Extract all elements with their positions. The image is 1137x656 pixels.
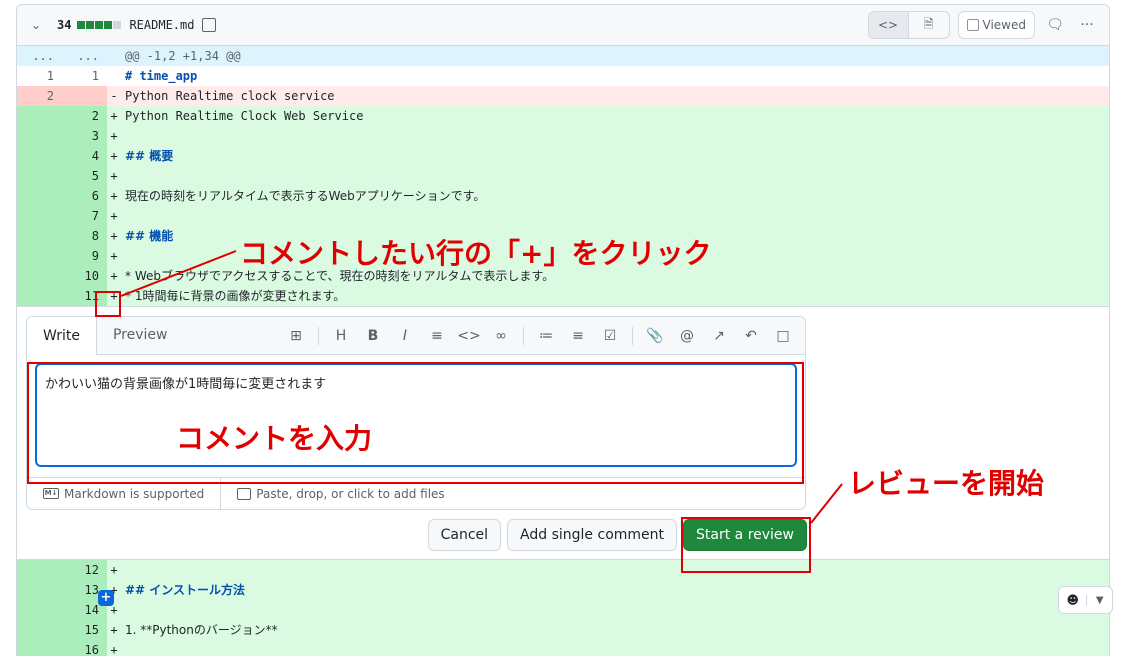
annotation-review-box bbox=[681, 517, 811, 573]
annotation-click-plus: コメントしたい行の「+」をクリック bbox=[240, 237, 712, 270]
annotation-lines bbox=[120, 250, 843, 524]
annotation-textarea-box bbox=[27, 362, 804, 484]
annotation-start-review: レビューを開始 bbox=[848, 467, 1045, 500]
annotation-enter-comment: コメントを入力 bbox=[176, 422, 373, 455]
